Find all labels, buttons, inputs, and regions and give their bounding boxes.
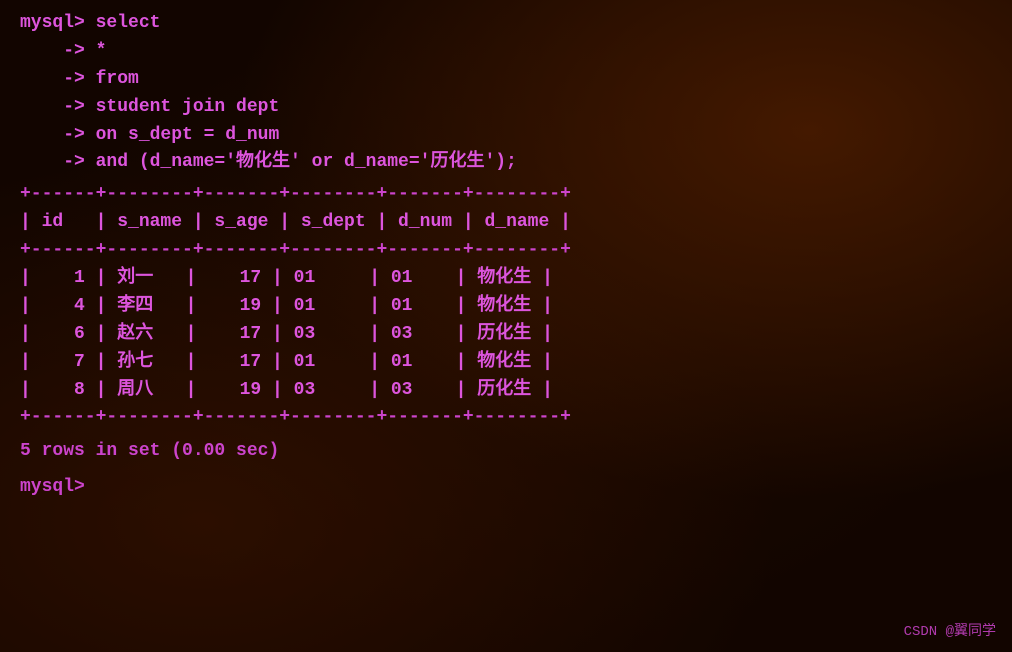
border-top: +------+--------+-------+--------+------… [20, 181, 992, 209]
sql-on-line: -> on s_dept = d_num [20, 122, 992, 150]
table-row-2: | 4 | 李四 | 19 | 01 | 01 | 物化生 | [20, 293, 992, 321]
result-table: +------+--------+-------+--------+------… [20, 181, 992, 432]
result-count: 5 rows in set (0.00 sec) [20, 438, 992, 466]
watermark: CSDN @翼同学 [904, 620, 996, 640]
terminal-window: mysql> select -> * -> from -> student jo… [0, 0, 1012, 652]
sql-star-line: -> * [20, 38, 992, 66]
prompt-end[interactable]: mysql> [20, 474, 992, 502]
border-mid: +------+--------+-------+--------+------… [20, 237, 992, 265]
sql-join-line: -> student join dept [20, 94, 992, 122]
sql-and-line: -> and (d_name='物化生' or d_name='历化生'); [20, 149, 992, 177]
border-bot: +------+--------+-------+--------+------… [20, 404, 992, 432]
table-row-5: | 8 | 周八 | 19 | 03 | 03 | 历化生 | [20, 377, 992, 405]
table-row-3: | 6 | 赵六 | 17 | 03 | 03 | 历化生 | [20, 321, 992, 349]
sql-select-line: mysql> select [20, 10, 992, 38]
table-row-4: | 7 | 孙七 | 17 | 01 | 01 | 物化生 | [20, 349, 992, 377]
sql-from-line: -> from [20, 66, 992, 94]
table-row-1: | 1 | 刘一 | 17 | 01 | 01 | 物化生 | [20, 265, 992, 293]
table-header: | id | s_name | s_age | s_dept | d_num |… [20, 209, 992, 237]
